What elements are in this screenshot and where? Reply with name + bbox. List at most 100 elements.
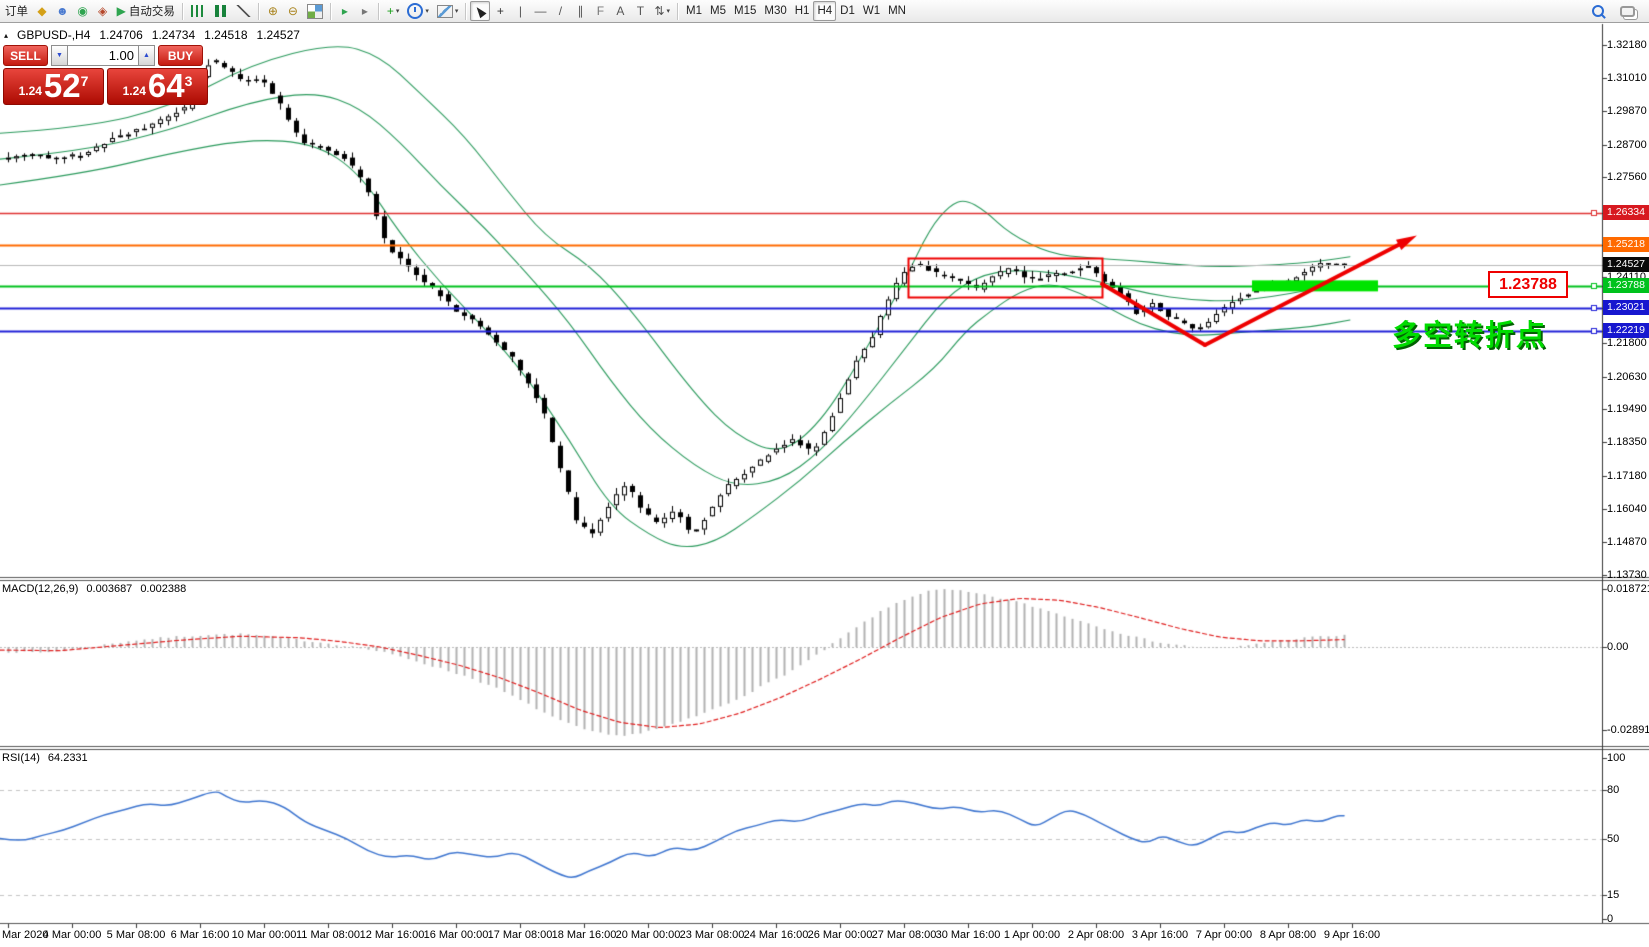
zoom-out-button[interactable]: ⊖: [283, 1, 303, 21]
macd-indicator-label: MACD(12,26,9) 0.003687 0.002388: [2, 583, 186, 595]
buy-price-pip: 3: [185, 73, 193, 89]
volume-input[interactable]: [68, 45, 138, 66]
chevron-down-icon: ▾: [396, 7, 400, 15]
autotrading-button[interactable]: ▶自动交易: [113, 1, 179, 21]
support-icon-icon: ◉: [77, 4, 87, 18]
macd-value-1: 0.003687: [86, 583, 132, 595]
auto-scroll-icon: ▸: [342, 4, 348, 18]
sell-price-button[interactable]: 1.24527: [3, 68, 104, 105]
chevron-down-icon: ▾: [455, 7, 459, 15]
market-icon[interactable]: ◈: [93, 1, 113, 21]
buy-price-prefix: 1.24: [123, 84, 146, 98]
chart-window-icon: ▴: [4, 31, 8, 40]
line-chart-icon[interactable]: [232, 1, 255, 21]
new-order-button-label: 订单: [5, 3, 28, 19]
tf-m30-button[interactable]: M30: [760, 1, 790, 21]
tf-mn-button[interactable]: MN: [884, 1, 910, 21]
tf-m1-button-label: M1: [686, 5, 702, 17]
zoom-in-button[interactable]: ⊕: [263, 1, 283, 21]
tf-h4-button[interactable]: H4: [813, 1, 836, 21]
tf-m15-button-label: M15: [734, 5, 756, 17]
toolbar-separator: [465, 3, 467, 20]
community-icon[interactable]: ☻: [52, 1, 73, 21]
chart-canvas[interactable]: [0, 0, 1649, 947]
tf-m30-button-label: M30: [764, 5, 786, 17]
chart-shift-icon: ▸: [362, 4, 368, 18]
auto-scroll-button[interactable]: ▸: [335, 1, 355, 21]
price-callout[interactable]: 1.23788: [1488, 271, 1568, 298]
toolbar-separator: [182, 3, 184, 20]
text-icon: A: [616, 4, 624, 18]
candle-chart-icon[interactable]: [209, 1, 232, 21]
tf-h4-button-label: H4: [817, 5, 832, 17]
period-button[interactable]: ▾: [403, 1, 433, 21]
bar-chart-icon[interactable]: [187, 1, 209, 21]
main-toolbar: 订单◆☻◉◈▶自动交易⊕⊖▸▸+▾▾▾+|—/∥FAT⇅▾M1M5M15M30H…: [0, 0, 1649, 23]
fibonacci-icon: F: [597, 4, 604, 18]
zoom-out-icon: ⊖: [288, 4, 298, 18]
label-icon: T: [637, 4, 644, 18]
new-order-button[interactable]: 订单: [1, 1, 32, 21]
cursor-icon: [474, 4, 487, 18]
volume-decrease-button[interactable]: ▼: [51, 45, 68, 66]
template-icon: [437, 5, 453, 18]
vline-icon: |: [519, 4, 522, 18]
trendline-button[interactable]: /: [550, 1, 570, 21]
gold-icon[interactable]: ◆: [32, 1, 52, 21]
cursor-button[interactable]: [470, 1, 490, 21]
arrows-icon: ⇅: [654, 4, 664, 18]
label-button[interactable]: T: [630, 1, 650, 21]
line-chart-icon-icon: [236, 5, 251, 17]
chevron-down-icon: ▾: [425, 7, 429, 15]
tf-d1-button[interactable]: D1: [836, 1, 859, 21]
arrows-button[interactable]: ⇅▾: [650, 1, 674, 21]
community-icon-icon: ☻: [56, 4, 69, 18]
symbol-name: GBPUSD-,H4: [17, 28, 90, 42]
tf-m15-button[interactable]: M15: [730, 1, 760, 21]
vline-button[interactable]: |: [510, 1, 530, 21]
rsi-value: 64.2331: [48, 752, 88, 764]
hline-icon: —: [534, 4, 546, 18]
rsi-name: RSI(14): [2, 752, 40, 764]
channel-button[interactable]: ∥: [570, 1, 590, 21]
template-button[interactable]: ▾: [433, 1, 463, 21]
mt4-window: 订单◆☻◉◈▶自动交易⊕⊖▸▸+▾▾▾+|—/∥FAT⇅▾M1M5M15M30H…: [0, 0, 1649, 947]
toolbar-separator: [258, 3, 260, 20]
trendline-icon: /: [559, 4, 562, 18]
chart-title: ▴ GBPUSD-,H4 1.24706 1.24734 1.24518 1.2…: [4, 28, 300, 42]
toolbar-separator: [677, 3, 679, 20]
buy-button[interactable]: BUY: [158, 45, 203, 66]
volume-increase-button[interactable]: ▲: [138, 45, 155, 66]
sell-price-prefix: 1.24: [19, 84, 42, 98]
bar-chart-icon-icon: [191, 5, 205, 17]
chat-icon: [1620, 6, 1635, 17]
ohlc-high: 1.24734: [152, 28, 195, 42]
tf-w1-button-label: W1: [863, 5, 880, 17]
search-icon: [1592, 5, 1604, 17]
sell-price-pip: 7: [81, 73, 89, 89]
toolbar-separator: [330, 3, 332, 20]
search-button[interactable]: [1588, 1, 1608, 21]
tile-windows-button[interactable]: [303, 1, 327, 21]
buy-price-main: 64: [148, 69, 185, 103]
support-icon[interactable]: ◉: [73, 1, 93, 21]
tf-h1-button-label: H1: [795, 5, 810, 17]
chat-button[interactable]: [1616, 1, 1639, 21]
chart-shift-button[interactable]: ▸: [355, 1, 375, 21]
chevron-down-icon: ▾: [667, 7, 671, 15]
fibonacci-button[interactable]: F: [590, 1, 610, 21]
macd-value-2: 0.002388: [140, 583, 186, 595]
buy-price-button[interactable]: 1.24643: [107, 68, 208, 105]
sell-button[interactable]: SELL: [3, 45, 48, 66]
tf-w1-button[interactable]: W1: [859, 1, 884, 21]
text-button[interactable]: A: [610, 1, 630, 21]
tf-m1-button[interactable]: M1: [682, 1, 706, 21]
hline-button[interactable]: —: [530, 1, 550, 21]
tf-h1-button[interactable]: H1: [791, 1, 814, 21]
crosshair-button[interactable]: +: [490, 1, 510, 21]
tf-m5-button[interactable]: M5: [706, 1, 730, 21]
candle-chart-icon-icon: [213, 5, 228, 17]
one-click-trading-panel: SELL ▼ ▲ BUY 1.24527 1.24643: [3, 45, 208, 105]
annotation-note[interactable]: 多空转折点: [1392, 312, 1547, 354]
new-chart-button[interactable]: +▾: [383, 1, 404, 21]
